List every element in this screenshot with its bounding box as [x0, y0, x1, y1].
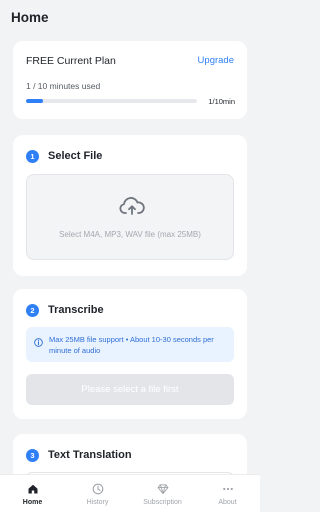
info-icon — [34, 338, 43, 347]
step-title: Text Translation — [48, 449, 132, 461]
nav-label: History — [86, 499, 109, 506]
step-header: 2 Transcribe — [26, 302, 104, 318]
home-icon — [28, 484, 37, 494]
usage-progress-fill — [26, 99, 44, 103]
clock-icon — [92, 483, 103, 495]
select-file-card: 1 Select File Select M4A, MP3, WAV file … — [13, 135, 247, 276]
nav-item-subscription[interactable]: Subscription — [130, 475, 195, 512]
plan-card: FREE Current Plan Upgrade 1 / 10 minutes… — [13, 41, 247, 119]
info-notice: Max 25MB file support • About 10-30 seco… — [26, 327, 234, 362]
transcribe-button[interactable]: Please select a file first — [26, 374, 234, 405]
nav-label: Subscription — [143, 499, 182, 506]
step-title: Select File — [48, 150, 103, 162]
step-header: 1 Select File — [26, 148, 102, 164]
plan-title: FREE Current Plan — [26, 55, 116, 67]
upgrade-link[interactable]: Upgrade — [198, 55, 234, 66]
cloud-upload-icon — [119, 197, 145, 215]
more-icon — [222, 487, 233, 491]
transcribe-card: 2 Transcribe Max 25MB file support • Abo… — [13, 289, 247, 419]
page-title: Home — [11, 10, 49, 25]
step-number-badge: 1 — [26, 149, 39, 163]
file-dropzone[interactable]: Select M4A, MP3, WAV file (max 25MB) — [26, 174, 234, 260]
diamond-icon — [157, 484, 168, 495]
usage-progress-bar — [26, 99, 197, 103]
usage-progress-label: 1/10min — [208, 97, 235, 106]
usage-text: 1 / 10 minutes used — [26, 81, 101, 91]
bottom-nav: Home History Subscription About — [0, 474, 260, 512]
step-number-badge: 2 — [26, 303, 39, 317]
step-title: Transcribe — [48, 304, 104, 316]
nav-item-about[interactable]: About — [195, 475, 260, 512]
nav-item-home[interactable]: Home — [0, 475, 65, 512]
step-number-badge: 3 — [26, 448, 39, 462]
nav-label: About — [218, 499, 237, 506]
step-header: 3 Text Translation — [26, 447, 132, 463]
info-text: Max 25MB file support • About 10-30 seco… — [49, 335, 214, 355]
nav-item-history[interactable]: History — [65, 475, 130, 512]
dropzone-hint: Select M4A, MP3, WAV file (max 25MB) — [59, 230, 201, 239]
nav-label: Home — [22, 499, 43, 506]
